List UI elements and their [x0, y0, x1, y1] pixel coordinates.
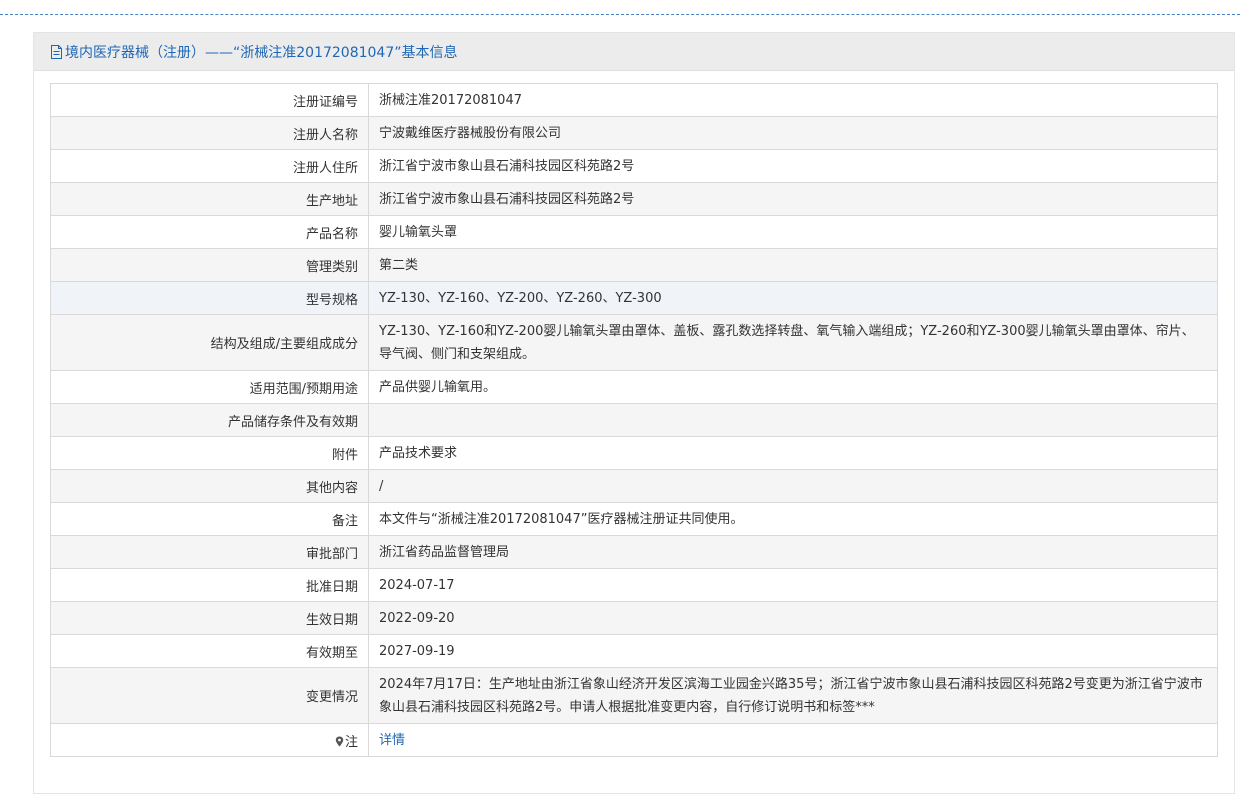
row-value: 本文件与“浙械注准20172081047”医疗器械注册证共同使用。 — [368, 502, 1218, 536]
row-label: 型号规格 — [50, 281, 369, 315]
row-label: 批准日期 — [50, 568, 369, 602]
table-row: 附件 产品技术要求 — [50, 436, 1218, 470]
page-title: 境内医疗器械（注册）——“浙械注准20172081047”基本信息 — [65, 44, 458, 61]
table-row: 结构及组成/主要组成成分 YZ-130、YZ-160和YZ-200婴儿输氧头罩由… — [50, 314, 1218, 371]
row-label: 附件 — [50, 436, 369, 470]
row-label: 管理类别 — [50, 248, 369, 282]
note-row: 注 详情 — [50, 723, 1218, 757]
table-row: 变更情况 2024年7月17日：生产地址由浙江省象山经济开发区滨海工业园金兴路3… — [50, 667, 1218, 724]
row-value: 2022-09-20 — [368, 601, 1218, 635]
row-value: 浙江省药品监督管理局 — [368, 535, 1218, 569]
row-label: 产品储存条件及有效期 — [50, 403, 369, 437]
table-row: 生产地址 浙江省宁波市象山县石浦科技园区科苑路2号 — [50, 182, 1218, 216]
row-label: 注册证编号 — [50, 83, 369, 117]
details-link[interactable]: 详情 — [379, 733, 405, 748]
panel-header: 境内医疗器械（注册）——“浙械注准20172081047”基本信息 — [34, 33, 1234, 71]
pin-icon — [335, 736, 344, 746]
table-row: 产品储存条件及有效期 — [50, 403, 1218, 437]
row-value: 浙江省宁波市象山县石浦科技园区科苑路2号 — [368, 149, 1218, 183]
row-label: 结构及组成/主要组成成分 — [50, 314, 369, 371]
row-value: 2024年7月17日：生产地址由浙江省象山经济开发区滨海工业园金兴路35号；浙江… — [368, 667, 1218, 724]
info-table: 注册证编号 浙械注准20172081047 注册人名称 宁波戴维医疗器械股份有限… — [50, 83, 1218, 757]
row-label: 有效期至 — [50, 634, 369, 668]
table-row: 注册人住所 浙江省宁波市象山县石浦科技园区科苑路2号 — [50, 149, 1218, 183]
row-label: 注册人住所 — [50, 149, 369, 183]
row-value: 第二类 — [368, 248, 1218, 282]
row-label: 生效日期 — [50, 601, 369, 635]
note-label: 注 — [344, 734, 358, 750]
row-value: / — [368, 469, 1218, 503]
info-table-wrap: 注册证编号 浙械注准20172081047 注册人名称 宁波戴维医疗器械股份有限… — [50, 83, 1218, 757]
note-value-cell: 详情 — [368, 723, 1218, 757]
row-label: 产品名称 — [50, 215, 369, 249]
note-label-cell: 注 — [50, 723, 369, 757]
table-row: 批准日期 2024-07-17 — [50, 568, 1218, 602]
row-label: 注册人名称 — [50, 116, 369, 150]
table-row: 备注 本文件与“浙械注准20172081047”医疗器械注册证共同使用。 — [50, 502, 1218, 536]
table-row: 生效日期 2022-09-20 — [50, 601, 1218, 635]
table-row: 型号规格 YZ-130、YZ-160、YZ-200、YZ-260、YZ-300 — [50, 281, 1218, 315]
info-panel: 境内医疗器械（注册）——“浙械注准20172081047”基本信息 注册证编号 … — [33, 32, 1235, 794]
row-label: 变更情况 — [50, 667, 369, 724]
table-row: 注册人名称 宁波戴维医疗器械股份有限公司 — [50, 116, 1218, 150]
row-label: 生产地址 — [50, 182, 369, 216]
row-value: 产品供婴儿输氧用。 — [368, 370, 1218, 404]
row-value: 浙江省宁波市象山县石浦科技园区科苑路2号 — [368, 182, 1218, 216]
row-value: 宁波戴维医疗器械股份有限公司 — [368, 116, 1218, 150]
row-label: 审批部门 — [50, 535, 369, 569]
row-value: 2024-07-17 — [368, 568, 1218, 602]
row-value: YZ-130、YZ-160和YZ-200婴儿输氧头罩由罩体、盖板、露孔数选择转盘… — [368, 314, 1218, 371]
row-value: 2027-09-19 — [368, 634, 1218, 668]
row-value: 浙械注准20172081047 — [368, 83, 1218, 117]
table-row: 适用范围/预期用途 产品供婴儿输氧用。 — [50, 370, 1218, 404]
row-label: 备注 — [50, 502, 369, 536]
table-row: 管理类别 第二类 — [50, 248, 1218, 282]
table-row: 注册证编号 浙械注准20172081047 — [50, 83, 1218, 117]
table-row: 审批部门 浙江省药品监督管理局 — [50, 535, 1218, 569]
table-row: 有效期至 2027-09-19 — [50, 634, 1218, 668]
row-value: YZ-130、YZ-160、YZ-200、YZ-260、YZ-300 — [368, 281, 1218, 315]
top-divider — [0, 14, 1240, 15]
table-row: 其他内容 / — [50, 469, 1218, 503]
row-value: 婴儿输氧头罩 — [368, 215, 1218, 249]
row-value — [368, 403, 1218, 437]
document-icon — [51, 44, 62, 59]
table-row: 产品名称 婴儿输氧头罩 — [50, 215, 1218, 249]
row-label: 其他内容 — [50, 469, 369, 503]
row-value: 产品技术要求 — [368, 436, 1218, 470]
row-label: 适用范围/预期用途 — [50, 370, 369, 404]
